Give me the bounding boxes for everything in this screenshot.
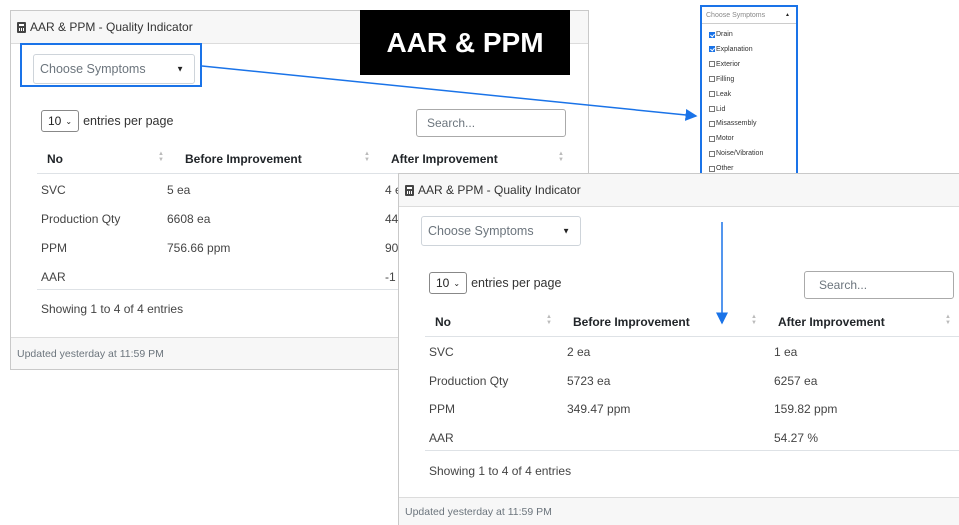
checkbox-checked-icon[interactable] (709, 31, 715, 38)
highlight-box (20, 43, 202, 87)
symptom-option-label: Exterior (716, 60, 741, 68)
panel-footer: Updated yesterday at 11:59 PM (399, 497, 959, 525)
symptom-option[interactable]: Noise/Vibration (709, 150, 763, 157)
sort-icon: ▲ ▼ (558, 151, 564, 163)
sort-icon: ▲ ▼ (546, 314, 552, 326)
symptom-option-label: Other (716, 165, 734, 173)
panel-header: AAR & PPM - Quality Indicator (399, 174, 959, 207)
symptom-option[interactable]: Lid (709, 106, 725, 113)
symptom-option-label: Filling (716, 75, 735, 83)
checkbox-icon[interactable] (709, 91, 715, 98)
symptom-option-label: Explanation (716, 45, 753, 53)
per-page-select[interactable]: 10 ⌄ (429, 272, 468, 294)
symptom-option[interactable]: Filling (709, 76, 734, 83)
panel-title: AAR & PPM - Quality Indicator (30, 20, 193, 34)
symptom-option-label: Noise/Vibration (716, 150, 764, 158)
table-bottom-divider (425, 450, 959, 451)
symptom-option-label: Misassembly (716, 120, 757, 128)
symptom-option[interactable]: Exterior (709, 61, 740, 68)
entries-per-page: 10 ⌄ entries per page (41, 110, 173, 132)
symptom-option[interactable]: Other (709, 165, 734, 172)
sort-icon: ▲ ▼ (158, 151, 164, 163)
checkbox-icon[interactable] (709, 120, 715, 127)
column-header-after[interactable]: After Improvement (778, 315, 885, 329)
symptom-option[interactable]: Leak (709, 91, 731, 98)
column-header-no[interactable]: No (47, 152, 63, 166)
dropdown-header[interactable]: Choose Symptoms ▲ (702, 7, 796, 24)
symptom-option-label: Lid (716, 105, 726, 113)
per-page-select[interactable]: 10 ⌄ (41, 110, 80, 132)
sort-icon: ▲ ▼ (364, 151, 370, 163)
symptom-option[interactable]: Misassembly (709, 120, 756, 127)
checkbox-icon[interactable] (709, 106, 715, 112)
sort-icon: ▲ ▼ (945, 314, 951, 326)
checkbox-icon[interactable] (709, 76, 715, 83)
chevron-down-icon: ⌄ (65, 116, 73, 126)
caret-down-icon: ▼ (562, 226, 570, 236)
symptom-option[interactable]: Drain (709, 31, 733, 38)
calculator-icon (17, 21, 26, 33)
quality-indicator-panel-2: AAR & PPM - Quality Indicator Choose Sym… (398, 173, 959, 525)
checkbox-icon[interactable] (709, 61, 715, 68)
symptoms-select[interactable]: Choose Symptoms ▼ (421, 216, 581, 246)
column-header-before[interactable]: Before Improvement (185, 152, 302, 166)
entries-per-page: 10 ⌄ entries per page (429, 272, 561, 294)
search-input[interactable]: Search... (804, 271, 954, 299)
checkbox-checked-icon[interactable] (709, 46, 715, 53)
sort-icon: ▲ ▼ (751, 314, 757, 326)
checkbox-icon[interactable] (709, 165, 715, 172)
calculator-icon (405, 184, 414, 196)
caret-up-icon: ▲ (785, 12, 790, 18)
checkbox-icon[interactable] (709, 150, 715, 157)
column-header-after[interactable]: After Improvement (391, 152, 498, 166)
table-info: Showing 1 to 4 of 4 entries (429, 464, 572, 478)
symptom-option[interactable]: Motor (709, 135, 734, 142)
search-input[interactable]: Search... (416, 109, 566, 137)
per-page-label: entries per page (471, 276, 562, 290)
panel-title: AAR & PPM - Quality Indicator (418, 183, 581, 197)
column-header-before[interactable]: Before Improvement (573, 315, 690, 329)
per-page-label: entries per page (83, 114, 174, 128)
column-header-no[interactable]: No (435, 315, 451, 329)
chevron-down-icon: ⌄ (453, 278, 461, 288)
symptom-option-label: Leak (716, 90, 732, 98)
symptom-option-label: Drain (716, 31, 733, 38)
banner-title: AAR & PPM (360, 10, 570, 75)
symptom-option-label: Motor (716, 135, 734, 143)
checkbox-icon[interactable] (709, 135, 715, 142)
table-info: Showing 1 to 4 of 4 entries (41, 302, 184, 316)
header-divider (425, 336, 959, 337)
symptom-option[interactable]: Explanation (709, 46, 753, 53)
